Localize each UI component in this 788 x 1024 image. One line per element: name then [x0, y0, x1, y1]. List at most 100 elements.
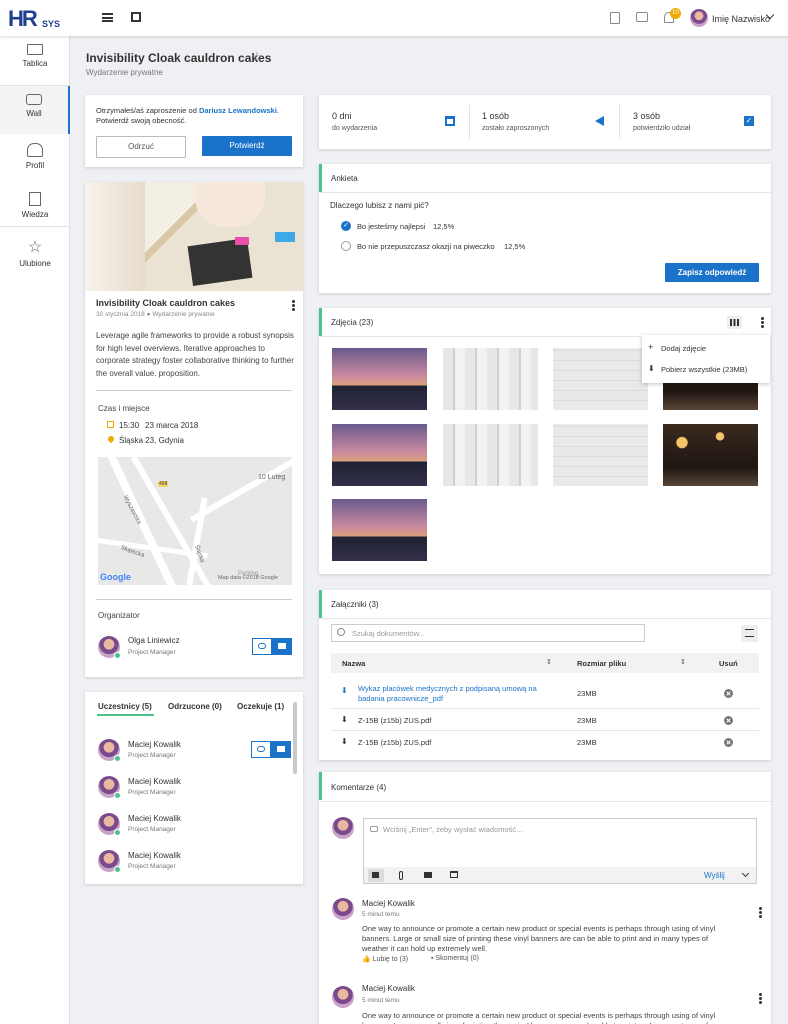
poll-option-label[interactable]: Bo nie przepuszczasz okazji na piweczko	[357, 242, 495, 251]
checkbox-icon: ✓	[744, 116, 754, 126]
confirm-button[interactable]: Potwierdź	[202, 136, 292, 156]
stat-days-value: 0 dni	[332, 111, 352, 121]
participant-name: Maciej Kowalik	[128, 777, 181, 786]
chat-icon[interactable]	[636, 12, 648, 22]
event-cover-image	[85, 182, 303, 291]
organizer-role: Project Manager	[128, 649, 176, 656]
avatar	[98, 636, 121, 659]
poll-option-label[interactable]: Bo jesteśmy najlepsi	[357, 222, 425, 231]
file-link[interactable]: Wykaz placówek medycznych z podpisaną um…	[358, 684, 558, 704]
sort-icon[interactable]: ⇕	[680, 658, 686, 666]
more-options-icon[interactable]	[759, 907, 762, 918]
participant-name: Maciej Kowalik	[128, 814, 181, 823]
scrollbar[interactable]	[293, 702, 297, 774]
participant-name: Maciej Kowalik	[128, 740, 181, 749]
file-name[interactable]: Z-15B (z15b) ZUS.pdf	[358, 738, 431, 747]
event-map[interactable]: 468 Wyszawska Słupecka Śląska 10 Luteg P…	[98, 457, 292, 585]
clipboard-icon[interactable]	[610, 12, 620, 24]
delete-icon[interactable]	[724, 689, 733, 698]
search-icon	[337, 628, 345, 636]
radio-option-2[interactable]	[341, 241, 351, 251]
tab-participants[interactable]: Uczestnicy (5)	[98, 702, 152, 711]
logo[interactable]: HR SYS	[8, 6, 64, 31]
filter-icon[interactable]	[741, 625, 758, 642]
stats-card: 0 dni do wydarzenia 1 osób zostało zapro…	[319, 95, 771, 149]
file-name[interactable]: Z-15B (z15b) ZUS.pdf	[358, 716, 431, 725]
send-button[interactable]: Wyślij	[704, 871, 725, 880]
photo-thumbnail[interactable]	[332, 499, 427, 561]
photo-thumbnail[interactable]	[443, 348, 538, 410]
photo-thumbnail[interactable]	[553, 424, 648, 486]
inviter-link[interactable]: Dariusz Lewandowski	[199, 106, 277, 115]
sidebar-item-profil[interactable]: Profil	[0, 135, 70, 183]
photo-thumbnail[interactable]	[332, 348, 427, 410]
hamburger-icon[interactable]	[102, 13, 113, 22]
comment-time: 5 minut temu	[362, 911, 400, 918]
sidebar-item-wiedza[interactable]: Wiedza	[0, 184, 70, 232]
message-button[interactable]	[251, 741, 271, 758]
poll-title: Ankieta	[331, 174, 358, 183]
divider	[0, 226, 70, 227]
tab-pending[interactable]: Oczekuje (1)	[237, 702, 284, 711]
user-avatar[interactable]	[690, 9, 708, 27]
fullscreen-icon[interactable]	[131, 12, 141, 22]
delete-icon[interactable]	[724, 716, 733, 725]
message-button[interactable]	[252, 638, 272, 655]
photo-thumbnail[interactable]	[332, 424, 427, 486]
sidebar-item-tablica[interactable]: Tablica	[0, 36, 70, 84]
photo-thumbnail[interactable]	[443, 424, 538, 486]
chat-icon	[258, 643, 266, 649]
column-name[interactable]: Nazwa	[342, 659, 365, 668]
photo-thumbnail[interactable]	[553, 348, 648, 410]
sidebar-item-ulubione[interactable]: ☆ Ulubione	[0, 233, 70, 281]
mail-icon	[278, 643, 286, 649]
download-icon: ⬇	[648, 364, 655, 373]
more-options-icon[interactable]	[292, 300, 295, 311]
calendar-icon[interactable]	[450, 871, 458, 878]
file-size: 23MB	[577, 689, 597, 698]
user-name[interactable]: Imię Nazwisko	[712, 14, 770, 24]
add-photo-menu-item[interactable]: + Dodaj zdjęcie	[642, 339, 770, 357]
email-button[interactable]	[272, 638, 292, 655]
image-icon[interactable]	[368, 869, 384, 882]
like-button[interactable]: 👍 Lubię to (3)	[362, 955, 408, 963]
comment-input[interactable]: Wciśnij „Enter", żeby wysłać wiadomość..…	[363, 818, 757, 868]
row-divider	[331, 730, 759, 731]
divider	[319, 192, 771, 193]
download-icon[interactable]: ⬇	[341, 715, 348, 724]
favorite-star-icon[interactable]: ☆	[251, 49, 263, 65]
grid-view-icon[interactable]	[727, 316, 742, 329]
radio-option-1[interactable]: ✓	[341, 221, 351, 231]
comments-title: Komentarze (4)	[331, 783, 387, 792]
more-options-icon[interactable]	[761, 317, 764, 328]
accent-bar	[319, 772, 322, 800]
photo-thumbnail[interactable]	[663, 424, 758, 486]
download-icon[interactable]: ⬇	[341, 686, 348, 695]
sort-icon[interactable]: ⇕	[546, 658, 552, 666]
email-button[interactable]	[271, 741, 291, 758]
event-card: Invisibility Cloak cauldron cakes 30 sty…	[85, 182, 303, 677]
page-title: Invisibility Cloak cauldron cakes	[86, 51, 272, 65]
download-icon[interactable]: ⬇	[341, 737, 348, 746]
participant-name: Maciej Kowalik	[128, 851, 181, 860]
attachment-icon[interactable]	[399, 871, 403, 880]
submit-answer-button[interactable]: Zapisz odpowiedź	[665, 263, 759, 282]
column-delete: Usuń	[719, 659, 738, 668]
document-icon	[29, 192, 41, 206]
document-search-input[interactable]: Szukaj dokumentów...	[331, 624, 645, 642]
avatar	[332, 986, 354, 1008]
more-options-icon[interactable]	[759, 993, 762, 1004]
time-place-label: Czas i miejsce	[98, 404, 150, 413]
sidebar-item-wall[interactable]: Wall	[0, 86, 70, 134]
decline-button[interactable]: Odrzuć	[96, 136, 186, 158]
delete-icon[interactable]	[724, 738, 733, 747]
comment-button[interactable]: ▪ Skomentuj (0)	[431, 955, 479, 962]
download-all-menu-item[interactable]: ⬇ Pobierz wszystkie (23MB)	[642, 360, 770, 378]
column-size[interactable]: Rozmiar pliku	[577, 659, 626, 668]
calendar-icon	[445, 116, 455, 126]
monitor-icon	[27, 44, 43, 55]
stat-invited-label: zostało zaproszonych	[482, 125, 550, 132]
event-meta: 30 stycznia 2018 ● Wydarzenie prywatne	[96, 311, 215, 318]
video-icon[interactable]	[424, 872, 432, 878]
tab-declined[interactable]: Odrzucone (0)	[168, 702, 222, 711]
